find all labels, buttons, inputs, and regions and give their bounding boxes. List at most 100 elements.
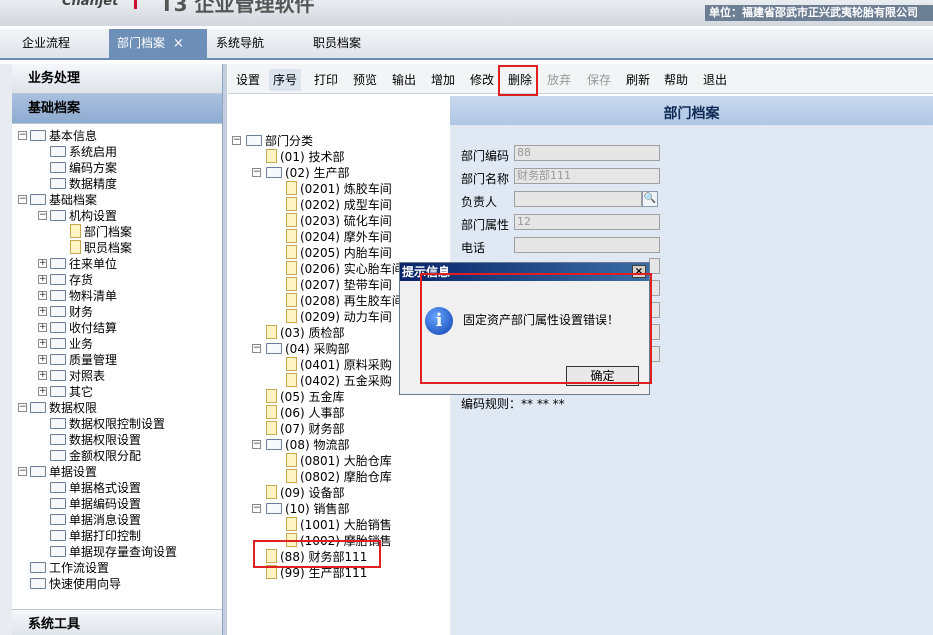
sequence-button[interactable]: 序号 [269,69,302,91]
sidebar-tree-item[interactable]: 单据格式设置 [50,480,141,496]
hidden-field[interactable] [649,258,660,274]
settings-button[interactable]: 设置 [232,69,264,91]
expand-icon[interactable]: + [38,387,47,396]
expand-icon[interactable]: + [38,355,47,364]
attr-field[interactable]: 12 [514,214,660,230]
magnifier-icon[interactable]: 🔍 [642,191,658,207]
collapse-icon[interactable]: − [18,131,27,140]
code-field[interactable]: 88 [514,145,660,161]
dept-tree-node[interactable]: − (08) 物流部 [252,437,349,453]
edit-button[interactable]: 修改 [466,69,498,91]
collapse-icon[interactable]: − [38,211,47,220]
section-business[interactable]: 业务处理 [12,64,222,94]
collapse-icon[interactable]: − [252,440,261,449]
collapse-icon[interactable]: − [252,168,261,177]
sidebar-tree-item[interactable]: + 物料清单 [38,288,117,304]
dept-tree-node[interactable]: (0204) 摩外车间 [286,229,392,245]
sidebar-tree-item[interactable]: 单据现存量查询设置 [50,544,177,560]
dept-tree-node[interactable]: (09) 设备部 [266,485,344,501]
sidebar-tree-item[interactable]: + 存货 [38,272,93,288]
tab-employee-archive[interactable]: 职员档案 [305,29,369,58]
save-button[interactable]: 保存 [583,69,615,91]
sidebar-tree-item[interactable]: 部门档案 [70,224,132,240]
dept-tree-node[interactable]: − (04) 采购部 [252,341,349,357]
dept-tree-node[interactable]: (07) 财务部 [266,421,344,437]
sidebar-tree-item[interactable]: 单据消息设置 [50,512,141,528]
dept-tree-node[interactable]: (05) 五金库 [266,389,344,405]
dept-tree-node[interactable]: (0402) 五金采购 [286,373,392,389]
add-button[interactable]: 增加 [427,69,459,91]
phone-field[interactable] [514,237,660,253]
expand-icon[interactable]: + [38,275,47,284]
collapse-icon[interactable]: − [252,344,261,353]
dept-tree-node[interactable]: (1001) 大胎销售 [286,517,392,533]
dept-tree-node[interactable]: (0207) 垫带车间 [286,277,392,293]
sidebar-tree-item[interactable]: 金额权限分配 [50,448,141,464]
sidebar-tree-item[interactable]: 单据编码设置 [50,496,141,512]
sidebar-tree-item[interactable]: + 其它 [38,384,93,400]
collapse-icon[interactable]: − [18,195,27,204]
dept-tree-node[interactable]: (0202) 成型车间 [286,197,392,213]
sidebar-tree-item[interactable]: + 业务 [38,336,93,352]
collapse-icon[interactable]: − [252,504,261,513]
dept-tree-node[interactable]: (01) 技术部 [266,149,344,165]
sidebar-tree-item[interactable]: + 财务 [38,304,93,320]
help-button[interactable]: 帮助 [660,69,692,91]
sidebar-tree-item[interactable]: − 基础档案 [18,192,97,208]
sidebar-tree-item[interactable]: + 收付结算 [38,320,117,336]
section-system-tools[interactable]: 系统工具 [12,609,222,635]
tab-department-archive[interactable]: 部门档案 × [109,29,207,58]
expand-icon[interactable]: + [38,307,47,316]
tab-close-icon[interactable]: × [173,36,184,51]
sidebar-tree-item[interactable]: 数据精度 [50,176,117,192]
sidebar-tree-item[interactable]: 系统启用 [50,144,117,160]
manager-field[interactable] [514,191,642,207]
sidebar-tree-item[interactable]: + 质量管理 [38,352,117,368]
refresh-button[interactable]: 刷新 [622,69,654,91]
print-button[interactable]: 打印 [310,69,342,91]
sidebar-tree-item[interactable]: 单据打印控制 [50,528,141,544]
tab-system-nav[interactable]: 系统导航 [208,29,272,58]
sidebar-tree-item[interactable]: − 单据设置 [18,464,97,480]
collapse-icon[interactable]: − [232,136,241,145]
sidebar-tree-item[interactable]: + 往来单位 [38,256,117,272]
sidebar-tree-item[interactable]: − 机构设置 [38,208,117,224]
section-base-archive[interactable]: 基础档案 [12,94,222,124]
sidebar-tree-item[interactable]: 数据权限设置 [50,432,141,448]
exit-button[interactable]: 退出 [699,69,731,91]
sidebar-tree-item[interactable]: 数据权限控制设置 [50,416,165,432]
dept-tree-node[interactable]: (0203) 硫化车间 [286,213,392,229]
dept-tree-node[interactable]: (0201) 炼胶车间 [286,181,392,197]
discard-button[interactable]: 放弃 [543,69,575,91]
preview-button[interactable]: 预览 [349,69,381,91]
tab-enterprise-flow[interactable]: 企业流程 [14,29,78,58]
sidebar-tree-item[interactable]: + 对照表 [38,368,105,384]
sidebar-tree-item[interactable]: 编码方案 [50,160,117,176]
sidebar-tree-item[interactable]: 工作流设置 [30,560,109,576]
sidebar-tree-item[interactable]: 快速使用向导 [30,576,121,592]
expand-icon[interactable]: + [38,259,47,268]
sidebar-tree-item[interactable]: 职员档案 [70,240,132,256]
export-button[interactable]: 输出 [388,69,420,91]
dept-tree-node[interactable]: (06) 人事部 [266,405,344,421]
dept-tree-node[interactable]: − (02) 生产部 [252,165,349,181]
dept-tree-node[interactable]: − 部门分类 [232,133,313,149]
dept-tree-node[interactable]: (0205) 内胎车间 [286,245,392,261]
expand-icon[interactable]: + [38,323,47,332]
expand-icon[interactable]: + [38,339,47,348]
dept-tree-node[interactable]: (0802) 摩胎仓库 [286,469,392,485]
sidebar-tree-item[interactable]: − 基本信息 [18,128,97,144]
dept-tree-node[interactable]: (03) 质检部 [266,325,344,341]
dept-tree-node[interactable]: − (10) 销售部 [252,501,349,517]
expand-icon[interactable]: + [38,371,47,380]
dept-tree-node[interactable]: (0206) 实心胎车间 [286,261,404,277]
dept-tree-node[interactable]: (0801) 大胎仓库 [286,453,392,469]
sidebar-tree-item[interactable]: − 数据权限 [18,400,97,416]
collapse-icon[interactable]: − [18,403,27,412]
pane-splitter[interactable] [223,64,227,635]
dept-tree-node[interactable]: (0209) 动力车间 [286,309,392,325]
dept-tree-node[interactable]: (0208) 再生胶车间 [286,293,404,309]
expand-icon[interactable]: + [38,291,47,300]
collapse-icon[interactable]: − [18,467,27,476]
name-field[interactable]: 财务部111 [514,168,660,184]
